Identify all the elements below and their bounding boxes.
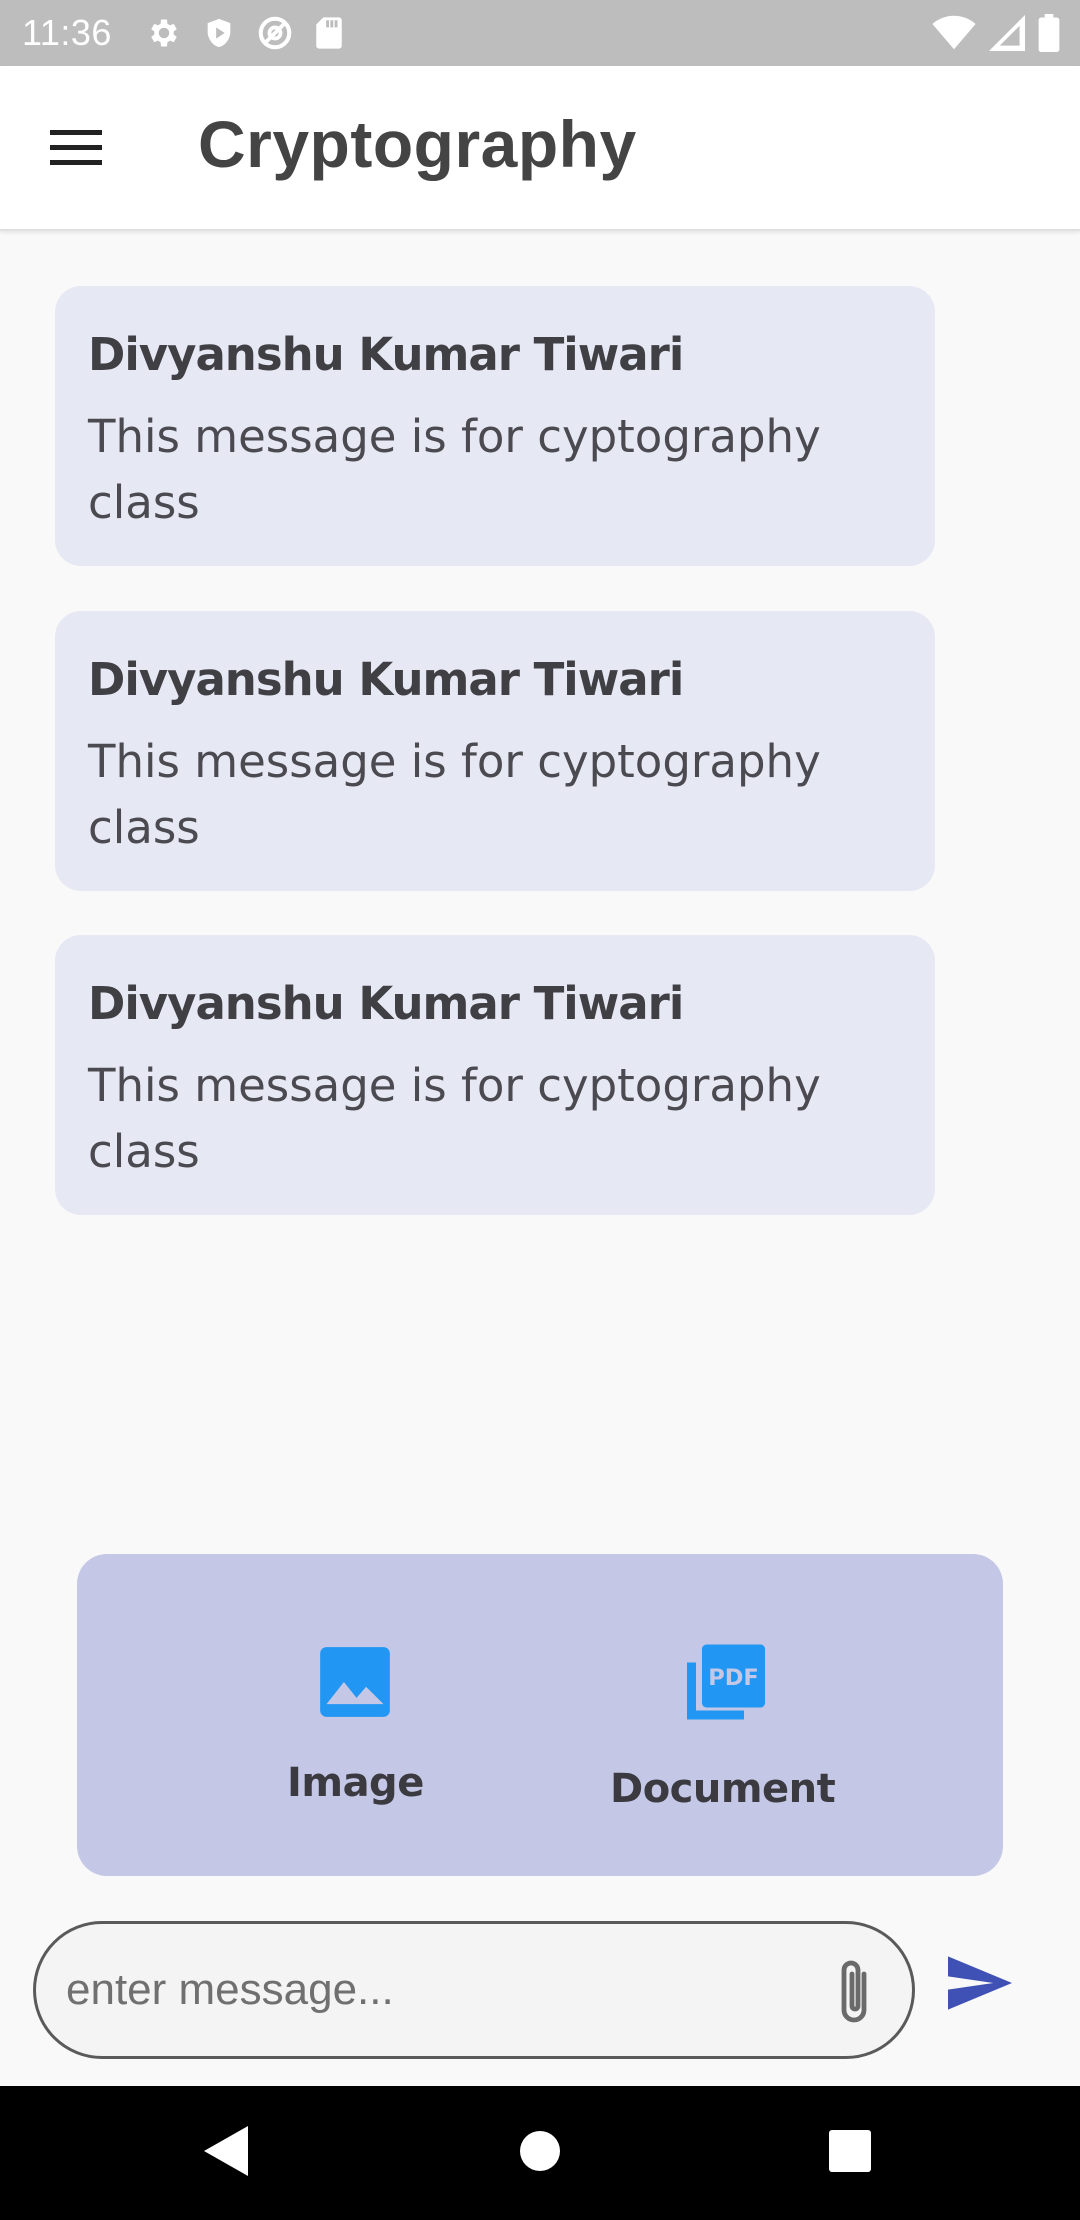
pdf-icon: PDF <box>686 1644 765 1720</box>
svg-text:PDF: PDF <box>708 1665 759 1691</box>
message-input[interactable] <box>66 1924 826 2056</box>
status-bar: 11:36 <box>0 0 1080 66</box>
message-sender: Divyanshu Kumar Tiwari <box>88 977 684 1030</box>
message-sender: Divyanshu Kumar Tiwari <box>88 328 684 381</box>
back-icon <box>204 2126 248 2176</box>
send-button[interactable] <box>948 1956 1018 2026</box>
hamburger-menu-icon <box>50 130 102 165</box>
signal-icon <box>988 15 1026 51</box>
send-icon <box>948 1956 1012 2010</box>
page-title: Cryptography <box>198 107 637 181</box>
message-card[interactable]: Divyanshu Kumar Tiwari This message is f… <box>55 286 935 566</box>
menu-button[interactable] <box>44 118 108 178</box>
status-icons-left <box>146 14 344 52</box>
image-icon <box>320 1647 391 1717</box>
attach-document-button[interactable]: PDF Document <box>610 1644 836 1812</box>
home-button[interactable] <box>519 2126 561 2181</box>
settings-icon <box>146 15 182 51</box>
sd-card-icon <box>314 16 344 50</box>
attachment-panel: Image PDF Document <box>77 1554 1003 1876</box>
message-card[interactable]: Divyanshu Kumar Tiwari This message is f… <box>55 611 935 891</box>
app-bar: Cryptography <box>0 66 1080 231</box>
recents-button[interactable] <box>829 2130 871 2177</box>
message-text: This message is for cyptography class <box>88 410 821 529</box>
message-text: This message is for cyptography class <box>88 735 821 854</box>
status-icons-right <box>932 14 1060 52</box>
shield-icon <box>202 15 236 51</box>
attach-image-label: Image <box>287 1760 424 1806</box>
paperclip-icon[interactable] <box>836 1956 876 2033</box>
status-time: 11:36 <box>22 12 112 53</box>
at-icon <box>256 14 294 52</box>
wifi-icon <box>932 15 976 51</box>
message-sender: Divyanshu Kumar Tiwari <box>88 653 684 706</box>
message-text: This message is for cyptography class <box>88 1059 821 1178</box>
message-card[interactable]: Divyanshu Kumar Tiwari This message is f… <box>55 935 935 1215</box>
attach-document-label: Document <box>610 1766 836 1812</box>
system-nav-bar <box>0 2086 1080 2220</box>
home-icon <box>520 2131 560 2171</box>
recents-icon <box>829 2130 871 2172</box>
battery-icon <box>1038 14 1060 52</box>
back-button[interactable] <box>204 2126 248 2181</box>
message-input-container <box>33 1921 915 2059</box>
attach-image-button[interactable]: Image <box>287 1644 424 1806</box>
